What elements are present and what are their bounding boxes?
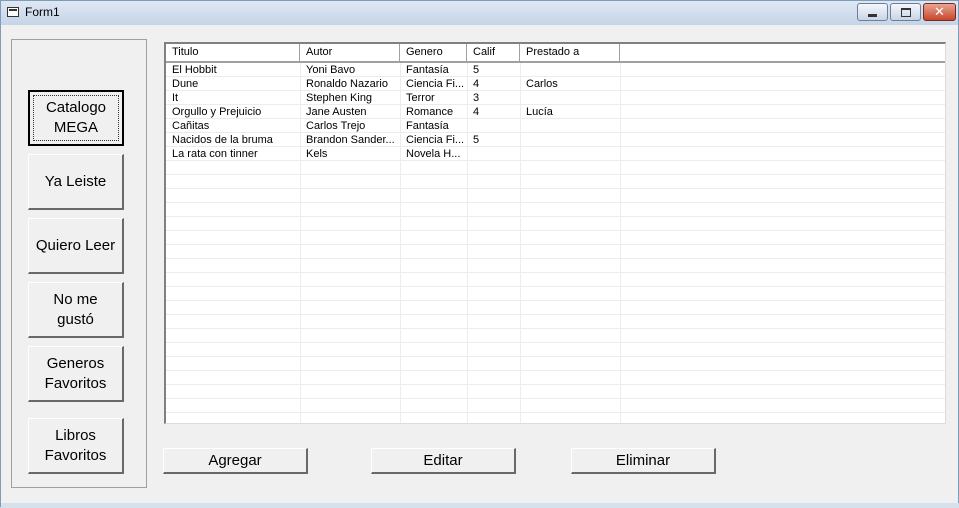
column-header-titulo[interactable]: Titulo — [166, 44, 300, 61]
list-header: Titulo Autor Genero Calif Prestado a — [166, 44, 945, 63]
cell-autor: Brandon Sander... — [306, 134, 395, 146]
cell-calif: 3 — [473, 92, 480, 104]
form-client-area: Catalogo MEGA Ya Leiste Quiero Leer No m… — [1, 25, 958, 506]
cell-titulo: Nacidos de la bruma — [172, 134, 273, 146]
list-body: El Hobbit Yoni Bavo Fantasía 5 Dune Rona… — [166, 63, 945, 423]
window-app-icon — [7, 7, 19, 17]
nav-generos-favoritos-button[interactable]: Generos Favoritos — [28, 346, 124, 402]
table-row[interactable]: El Hobbit Yoni Bavo Fantasía 5 — [166, 63, 945, 77]
cell-titulo: Cañitas — [172, 120, 210, 132]
close-button[interactable]: ✕ — [923, 3, 956, 21]
table-row[interactable]: Cañitas Carlos Trejo Fantasía — [166, 119, 945, 133]
maximize-icon — [900, 7, 911, 17]
cell-genero: Novela H... — [406, 148, 461, 160]
cell-calif: 4 — [473, 78, 480, 90]
column-header-prestado-a[interactable]: Prestado a — [520, 44, 620, 61]
close-icon: ✕ — [934, 4, 945, 20]
cell-calif: 5 — [473, 134, 480, 146]
main-window: Form1 ✕ Catalogo MEGA Ya Leiste Quiero L… — [0, 0, 959, 508]
navigation-panel: Catalogo MEGA Ya Leiste Quiero Leer No m… — [11, 39, 147, 488]
cell-titulo: El Hobbit — [172, 64, 217, 76]
table-row[interactable]: It Stephen King Terror 3 — [166, 91, 945, 105]
cell-autor: Ronaldo Nazario — [306, 78, 388, 90]
table-row[interactable]: Orgullo y Prejuicio Jane Austen Romance … — [166, 105, 945, 119]
cell-genero: Terror — [406, 92, 435, 104]
minimize-button[interactable] — [857, 3, 888, 21]
add-button[interactable]: Agregar — [163, 448, 308, 474]
cell-genero: Fantasía — [406, 64, 449, 76]
nav-libros-favoritos-button[interactable]: Libros Favoritos — [28, 418, 124, 474]
column-header-calif[interactable]: Calif — [467, 44, 520, 61]
books-list-view[interactable]: Titulo Autor Genero Calif Prestado a El … — [164, 42, 946, 424]
cell-genero: Ciencia Fi... — [406, 78, 465, 90]
table-row[interactable]: Dune Ronaldo Nazario Ciencia Fi... 4 Car… — [166, 77, 945, 91]
cell-autor: Carlos Trejo — [306, 120, 366, 132]
cell-autor: Kels — [306, 148, 328, 160]
minimize-icon — [868, 13, 877, 17]
cell-titulo: Dune — [172, 78, 199, 90]
column-header-genero[interactable]: Genero — [400, 44, 467, 61]
table-row[interactable]: La rata con tinner Kels Novela H... — [166, 147, 945, 161]
cell-titulo: It — [172, 92, 179, 104]
cell-genero: Ciencia Fi... — [406, 134, 465, 146]
cell-autor: Stephen King — [306, 92, 373, 104]
delete-button[interactable]: Eliminar — [571, 448, 716, 474]
window-bottom-border — [1, 503, 959, 508]
cell-titulo: La rata con tinner — [172, 148, 258, 160]
column-header-autor[interactable]: Autor — [300, 44, 400, 61]
cell-autor: Jane Austen — [306, 106, 367, 118]
cell-calif: 5 — [473, 64, 480, 76]
nav-ya-leiste-button[interactable]: Ya Leiste — [28, 154, 124, 210]
cell-genero: Romance — [406, 106, 454, 118]
nav-catalogo-mega-button[interactable]: Catalogo MEGA — [28, 90, 124, 146]
nav-no-me-gusto-button[interactable]: No me gustó — [28, 282, 124, 338]
nav-quiero-leer-button[interactable]: Quiero Leer — [28, 218, 124, 274]
edit-button[interactable]: Editar — [371, 448, 516, 474]
cell-titulo: Orgullo y Prejuicio — [172, 106, 262, 118]
cell-prestado: Lucía — [526, 106, 553, 118]
cell-calif: 4 — [473, 106, 480, 118]
cell-autor: Yoni Bavo — [306, 64, 356, 76]
maximize-button[interactable] — [890, 3, 921, 21]
window-title: Form1 — [25, 5, 60, 19]
table-row[interactable]: Nacidos de la bruma Brandon Sander... Ci… — [166, 133, 945, 147]
cell-prestado: Carlos — [526, 78, 558, 90]
cell-genero: Fantasía — [406, 120, 449, 132]
title-bar[interactable]: Form1 ✕ — [1, 1, 958, 25]
